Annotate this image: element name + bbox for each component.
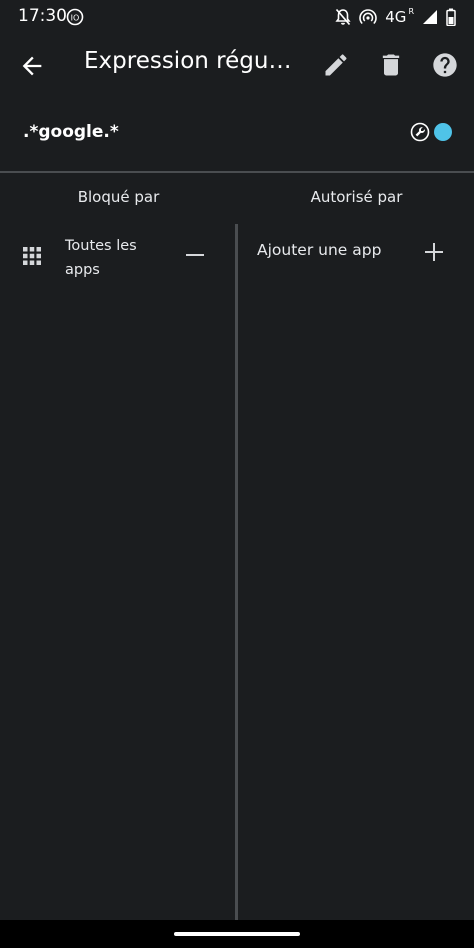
section-divider (0, 171, 474, 173)
navigation-bar (0, 920, 474, 948)
apps-grid-icon (23, 247, 41, 265)
home-handle[interactable] (174, 932, 300, 936)
status-bar: 17:30 IO 4G R (0, 0, 474, 34)
add-app-label: Ajouter une app (257, 241, 382, 259)
blocked-by-header: Bloqué par (77, 188, 160, 206)
pencil-icon[interactable] (322, 51, 350, 79)
arrow-back-icon[interactable] (18, 52, 46, 80)
rule-row[interactable]: .*google.* (0, 100, 474, 170)
status-dot (434, 123, 452, 141)
battery-icon (446, 8, 456, 26)
io-icon: IO (66, 8, 84, 26)
signal-icon (423, 10, 437, 24)
status-time: 17:30 (18, 6, 67, 26)
wrench-icon (410, 122, 430, 142)
column-divider (235, 224, 238, 920)
help-icon[interactable] (431, 51, 459, 79)
app-bar: Expression régul… (0, 34, 474, 96)
page-title: Expression régul… (84, 48, 294, 74)
rule-pattern: .*google.* (23, 122, 119, 142)
rule-status (410, 122, 452, 142)
svg-text:IO: IO (71, 13, 80, 22)
network-type: 4G (385, 8, 407, 26)
minus-icon[interactable] (184, 244, 206, 266)
plus-icon[interactable] (422, 240, 446, 264)
allowed-by-header: Autorisé par (310, 188, 403, 206)
status-icons: 4G R (335, 6, 456, 28)
trash-icon[interactable] (377, 51, 405, 79)
hotspot-icon (359, 9, 378, 25)
list-item[interactable]: Toutes les apps (0, 226, 235, 288)
roaming-indicator: R (408, 6, 414, 16)
bell-off-icon (335, 8, 351, 26)
app-label: Toutes les apps (65, 238, 137, 278)
add-app-row[interactable]: Ajouter une app (240, 226, 474, 278)
